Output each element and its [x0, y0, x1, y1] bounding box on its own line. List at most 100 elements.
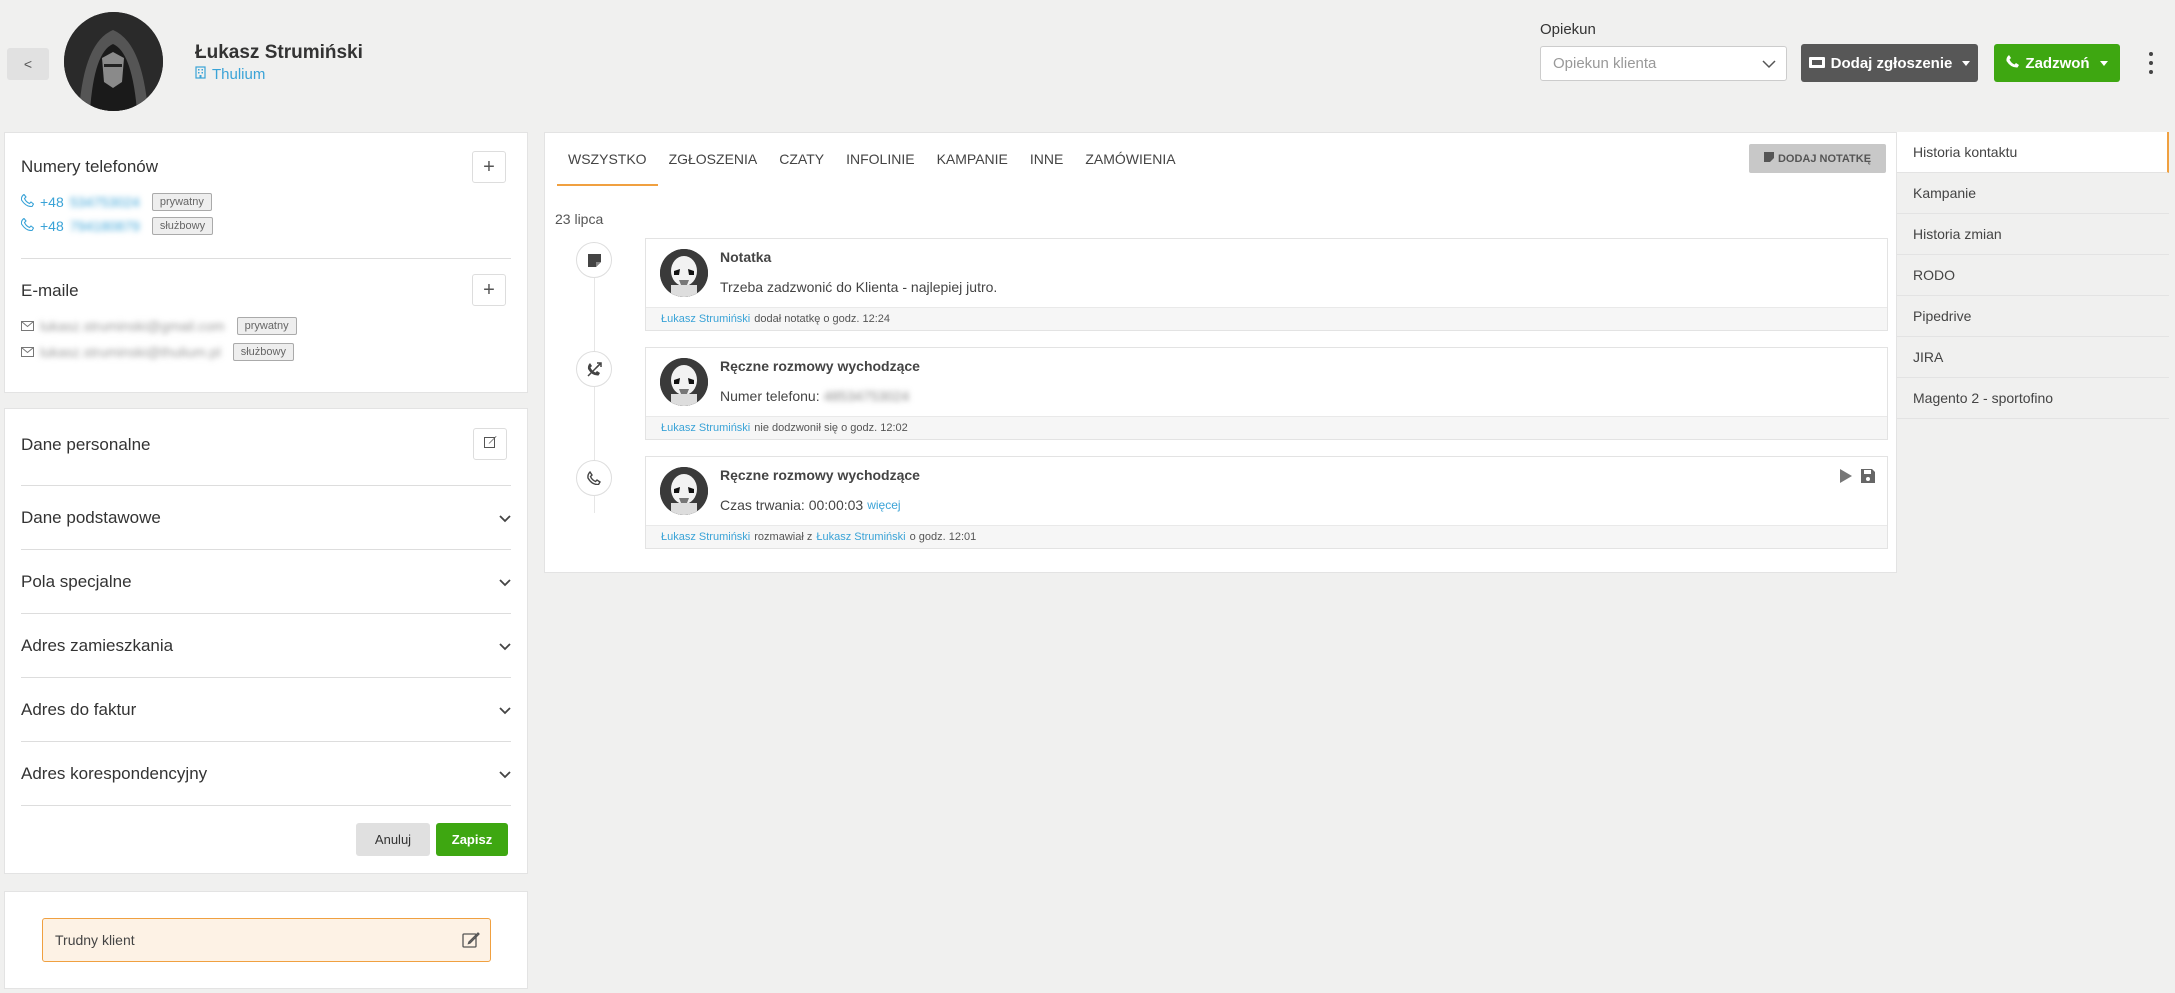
item-text: Trzeba zadzwonić do Klienta - najlepiej … — [720, 279, 998, 295]
item-title: Notatka — [720, 249, 772, 265]
opiekun-label: Opiekun — [1540, 21, 1596, 38]
building-icon — [195, 66, 206, 83]
chevron-down-icon — [1762, 57, 1776, 75]
phone-icon — [20, 193, 35, 210]
footer-text: o godz. 12:01 — [909, 531, 977, 543]
call-button[interactable]: Zadzwoń — [1994, 44, 2120, 82]
nav-rodo[interactable]: RODO — [1897, 255, 2169, 296]
more-options-icon[interactable] — [2143, 52, 2159, 74]
history-item-call: Ręczne rozmowy wychodzące Czas trwania: … — [645, 456, 1888, 549]
phone-label: Numer telefonu: — [720, 388, 820, 404]
note-text: Trudny klient — [55, 932, 135, 948]
add-phone-button[interactable]: + — [472, 151, 506, 183]
cancel-button[interactable]: Anuluj — [356, 823, 430, 856]
add-email-button[interactable]: + — [472, 274, 506, 306]
tab-czaty[interactable]: CZATY — [768, 133, 835, 186]
user-avatar — [660, 249, 708, 297]
missed-call-icon — [576, 351, 612, 387]
back-button[interactable]: < — [7, 48, 49, 80]
divider — [21, 258, 511, 259]
email-address[interactable]: lukasz.struminski@gmail.com — [40, 318, 225, 334]
item-title: Ręczne rozmowy wychodzące — [720, 467, 920, 483]
email-type-badge: służbowy — [232, 343, 294, 361]
envelope-icon — [21, 318, 34, 334]
footer-text: dodał notatkę o godz. 12:24 — [754, 313, 891, 325]
nav-pipedrive[interactable]: Pipedrive — [1897, 296, 2169, 337]
user-link[interactable]: Łukasz Strumiński — [816, 531, 905, 543]
add-ticket-button[interactable]: Dodaj zgłoszenie — [1801, 44, 1978, 82]
item-footer: Łukasz Strumiński dodał notatkę o godz. … — [646, 307, 1887, 330]
caret-down-icon — [1962, 60, 1971, 66]
user-link[interactable]: Łukasz Strumiński — [661, 313, 750, 325]
phone-icon — [576, 460, 612, 496]
opiekun-select[interactable]: Opiekun klienta — [1540, 46, 1787, 81]
nav-jira[interactable]: JIRA — [1897, 337, 2169, 378]
section-pola-specjalne[interactable]: Pola specjalne — [21, 550, 511, 614]
ticket-icon — [1808, 55, 1825, 72]
more-link[interactable]: więcej — [867, 498, 900, 512]
chevron-down-icon — [499, 764, 511, 784]
company-link[interactable]: Thulium — [195, 66, 265, 83]
contacts-panel: Numery telefonów + +48 534753024 prywatn… — [4, 132, 528, 393]
section-dane-podstawowe[interactable]: Dane podstawowe — [21, 486, 511, 550]
phone-type-badge: prywatny — [151, 193, 212, 211]
company-name: Thulium — [212, 66, 266, 83]
section-adres-do-faktur[interactable]: Adres do faktur — [21, 678, 511, 742]
email-row: lukasz.struminski@gmail.com prywatny — [21, 317, 297, 335]
user-link[interactable]: Łukasz Strumiński — [661, 531, 750, 543]
user-avatar — [660, 358, 708, 406]
phone-number[interactable]: 794180879 — [70, 218, 140, 234]
section-label: Adres zamieszkania — [21, 635, 174, 655]
save-icon[interactable] — [1861, 469, 1875, 488]
tab-wszystko[interactable]: WSZYSTKO — [557, 133, 658, 186]
nav-historia-zmian[interactable]: Historia zmian — [1897, 214, 2169, 255]
chevron-down-icon — [499, 572, 511, 592]
section-label: Pola specjalne — [21, 571, 132, 591]
nav-kampanie[interactable]: Kampanie — [1897, 173, 2169, 214]
phone-row: +48 794180879 służbowy — [20, 217, 214, 235]
email-address[interactable]: lukasz.struminski@thulium.pl — [40, 344, 221, 360]
item-text: Czas trwania: 00:00:03 więcej — [720, 497, 901, 513]
chevron-down-icon — [499, 700, 511, 720]
phone-value: 48534753024 — [823, 388, 910, 404]
history-tabs: WSZYSTKO ZGŁOSZENIA CZATY INFOLINIE KAMP… — [557, 133, 1187, 186]
tab-inne[interactable]: INNE — [1019, 133, 1074, 186]
edit-icon[interactable] — [462, 931, 480, 952]
nav-historia-kontaktu[interactable]: Historia kontaktu — [1897, 132, 2169, 173]
personal-data-panel: Dane personalne Dane podstawowe Pola spe… — [4, 408, 528, 874]
email-row: lukasz.struminski@thulium.pl służbowy — [21, 343, 294, 361]
emails-title: E-maile — [21, 281, 79, 300]
note-icon — [1763, 152, 1774, 165]
duration-text: Czas trwania: 00:00:03 — [720, 497, 864, 513]
personal-data-title: Dane personalne — [21, 435, 151, 454]
tab-zgloszenia[interactable]: ZGŁOSZENIA — [658, 133, 769, 186]
user-link[interactable]: Łukasz Strumiński — [661, 422, 750, 434]
envelope-icon — [21, 344, 34, 360]
phone-number[interactable]: 534753024 — [70, 194, 140, 210]
section-label: Dane podstawowe — [21, 507, 161, 527]
chevron-down-icon — [499, 508, 511, 528]
chevron-down-icon — [499, 636, 511, 656]
section-label: Adres korespondencyjny — [21, 763, 208, 783]
client-note: Trudny klient — [42, 918, 491, 962]
phone-prefix[interactable]: +48 — [40, 218, 64, 234]
phone-type-badge: służbowy — [151, 217, 214, 235]
add-note-button[interactable]: DODAJ NOTATKĘ — [1749, 144, 1886, 173]
tab-infolinie[interactable]: INFOLINIE — [835, 133, 925, 186]
history-date: 23 lipca — [555, 211, 604, 227]
history-item-missed-call: Ręczne rozmowy wychodzące Numer telefonu… — [645, 347, 1888, 440]
caret-down-icon — [2099, 60, 2108, 66]
client-note-panel: Trudny klient — [4, 891, 528, 989]
section-adres-korespondencyjny[interactable]: Adres korespondencyjny — [21, 742, 511, 806]
tab-kampanie[interactable]: KAMPANIE — [926, 133, 1019, 186]
call-label: Zadzwoń — [2025, 54, 2090, 72]
edit-personal-button[interactable] — [473, 428, 507, 460]
phone-row: +48 534753024 prywatny — [20, 193, 212, 211]
section-adres-zamieszkania[interactable]: Adres zamieszkania — [21, 614, 511, 678]
nav-magento[interactable]: Magento 2 - sportofino — [1897, 378, 2169, 419]
save-button[interactable]: Zapisz — [436, 823, 508, 856]
history-item-note: Notatka Trzeba zadzwonić do Klienta - na… — [645, 238, 1888, 331]
play-icon[interactable] — [1839, 468, 1853, 489]
tab-zamowienia[interactable]: ZAMÓWIENIA — [1074, 133, 1186, 186]
phone-prefix[interactable]: +48 — [40, 194, 64, 210]
